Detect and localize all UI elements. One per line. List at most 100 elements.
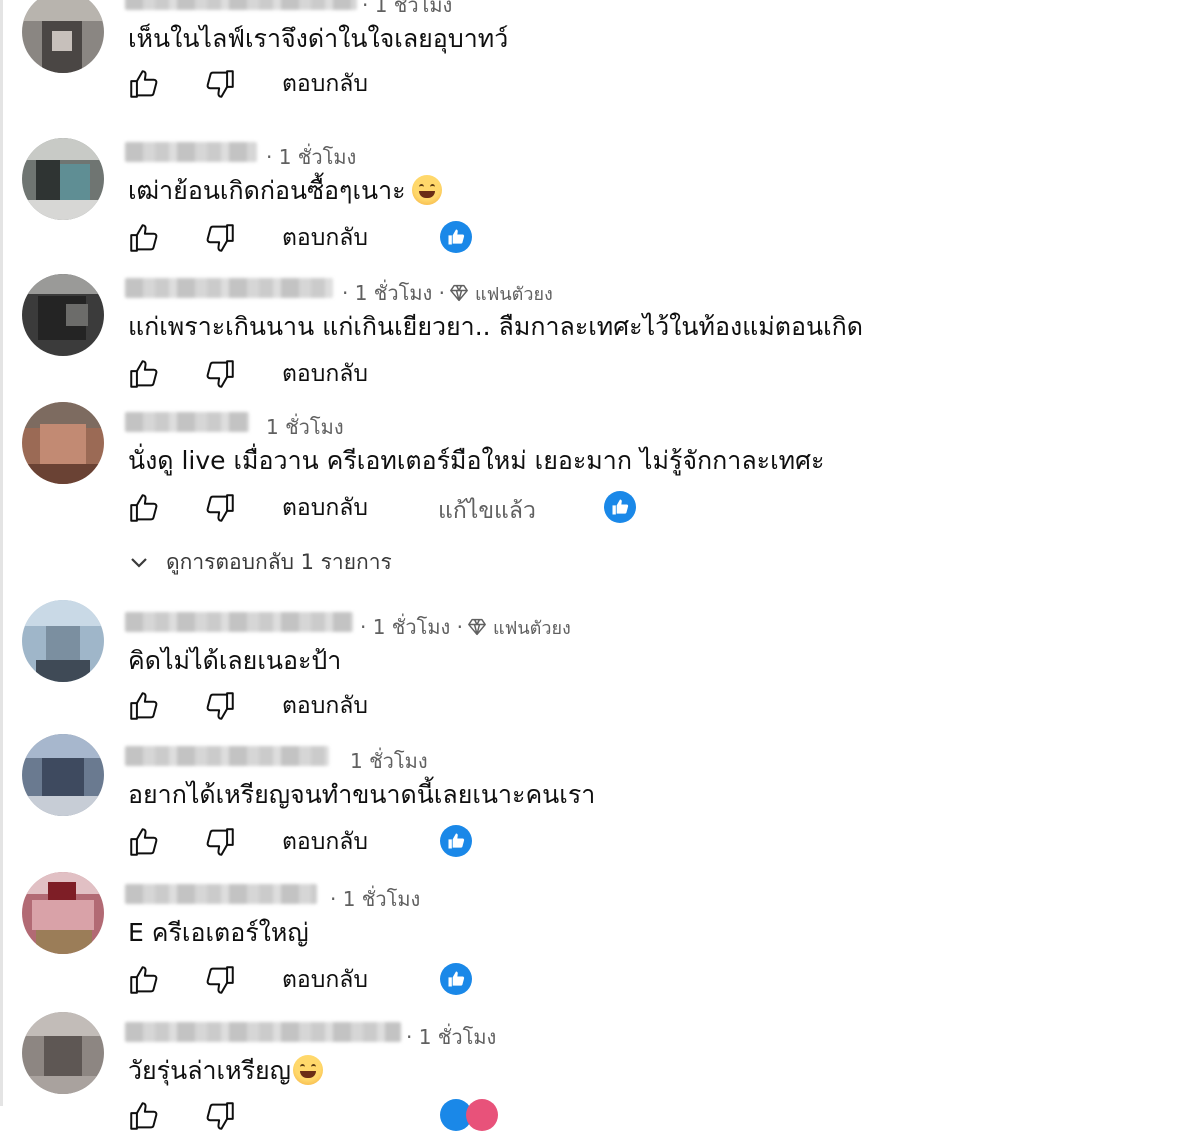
fan-badge: แฟนตัวยง [463,613,571,642]
comment-actions: ตอบกลับ [126,688,826,724]
comment-text: E ครีเอเตอร์ใหญ่ [128,918,309,947]
like-button[interactable] [126,356,162,392]
creator-liked-badge [440,963,472,995]
dislike-button[interactable] [202,356,238,392]
grinning-emoji-icon [411,175,442,205]
comment-time: · 1 ชั่วโมง [406,1025,497,1049]
thumbs-up-icon [130,966,158,994]
thumbs-down-icon [206,1102,234,1130]
fan-badge-label: แฟนตัวยง [493,617,571,639]
thumbs-down-icon [206,494,234,522]
dislike-button[interactable] [202,1098,238,1134]
username-blurred[interactable] [125,278,333,298]
laughing-emoji-icon [292,1055,323,1085]
reply-button[interactable]: ตอบกลับ [282,356,368,392]
like-button[interactable] [126,490,162,526]
comment-time: 1 ชั่วโมง [266,415,344,439]
avatar[interactable] [22,600,104,682]
dislike-button[interactable] [202,220,238,256]
chevron-down-icon [131,557,147,568]
creator-liked-badge [440,825,472,857]
comment-actions [126,1098,826,1134]
comment-text: คิดไม่ได้เลยเนอะป้า [128,646,342,675]
like-button[interactable] [126,220,162,256]
reply-button[interactable]: ตอบกลับ [282,688,368,724]
comment-actions: ตอบกลับ [126,824,826,860]
thumbs-up-icon [130,692,158,720]
comment-text: เฒ่าย้อนเกิดก่อนซื้อๆเนาะ [128,171,442,211]
avatar[interactable] [22,872,104,954]
creator-heart-badge [466,1099,498,1131]
thumbs-down-icon [206,692,234,720]
creator-liked-badge [604,491,636,523]
reply-button[interactable]: ตอบกลับ [282,490,368,526]
avatar[interactable] [22,0,104,73]
dislike-button[interactable] [202,688,238,724]
username-blurred[interactable] [125,142,257,162]
avatar[interactable] [22,138,104,220]
comment-time: · 1 ชั่วโมง [330,887,421,911]
view-replies-label: ดูการตอบกลับ 1 รายการ [166,550,392,574]
comment-text-content: วัยรุ่นล่าเหรียญ [128,1056,291,1085]
thumbs-up-filled-icon [612,499,629,515]
like-button[interactable] [126,824,162,860]
dislike-button[interactable] [202,962,238,998]
view-replies-button[interactable]: ดูการตอบกลับ 1 รายการ [130,546,392,579]
comment-time: · 1 ชั่วโมง [362,0,453,17]
thumbs-up-filled-icon [448,229,465,245]
thumbs-down-icon [206,70,234,98]
like-button[interactable] [126,1098,162,1134]
comment-text: แก่เพราะเกินนาน แก่เกินเยียวยา.. ลืมกาละ… [128,312,864,341]
like-button[interactable] [126,962,162,998]
thumbs-up-filled-icon [448,971,465,987]
dislike-button[interactable] [202,824,238,860]
comment-time: 1 ชั่วโมง [350,749,428,773]
thumbs-up-icon [130,70,158,98]
comment-actions: ตอบกลับ [126,356,826,392]
thumbs-down-icon [206,224,234,252]
username-blurred[interactable] [125,0,357,10]
dislike-button[interactable] [202,490,238,526]
thumbs-up-icon [130,828,158,856]
comment-text: วัยรุ่นล่าเหรียญ [128,1051,323,1091]
thumbs-down-icon [206,828,234,856]
diamond-icon [450,284,468,302]
like-button[interactable] [126,688,162,724]
avatar[interactable] [22,734,104,816]
avatar[interactable] [22,1012,104,1094]
username-blurred[interactable] [125,746,329,766]
thumbs-down-icon [206,360,234,388]
comment-actions: ตอบกลับ [126,220,826,256]
thumbs-up-icon [130,224,158,252]
username-blurred[interactable] [125,1022,401,1042]
comment-time: · 1 ชั่วโมง · [360,615,464,639]
like-button[interactable] [126,66,162,102]
comment-actions: ตอบกลับ [126,66,826,102]
thumbs-up-icon [130,1102,158,1130]
left-border [0,0,3,1106]
comment-time: · 1 ชั่วโมง [266,145,357,169]
diamond-icon [468,618,486,636]
reply-button[interactable]: ตอบกลับ [282,66,368,102]
comment-time: · 1 ชั่วโมง · [342,281,446,305]
dislike-button[interactable] [202,66,238,102]
comment-text: เห็นในไลฟ์เราจึงด่าในใจเลยอุบาทว์ [128,24,509,53]
reply-button[interactable]: ตอบกลับ [282,962,368,998]
username-blurred[interactable] [125,612,353,632]
username-blurred[interactable] [125,412,249,432]
username-blurred[interactable] [125,884,317,904]
comment-text: นั่งดู live เมื่อวาน ครีเอทเตอร์มือใหม่ … [128,446,825,475]
thumbs-up-icon [130,494,158,522]
thumbs-down-icon [206,966,234,994]
thumbs-up-filled-icon [448,833,465,849]
fan-badge-label: แฟนตัวยง [475,283,553,305]
comment-meta: · 1 ชั่วโมง · แฟนตัวยง [342,277,553,309]
reply-button[interactable]: ตอบกลับ [282,824,368,860]
edited-label: แก้ไขแล้ว [438,498,536,524]
thumbs-up-icon [130,360,158,388]
reply-button[interactable]: ตอบกลับ [282,220,368,256]
avatar[interactable] [22,274,104,356]
comment-meta: · 1 ชั่วโมง · แฟนตัวยง [360,611,571,643]
avatar[interactable] [22,402,104,484]
comment-text-content: เฒ่าย้อนเกิดก่อนซื้อๆเนาะ [128,176,406,205]
